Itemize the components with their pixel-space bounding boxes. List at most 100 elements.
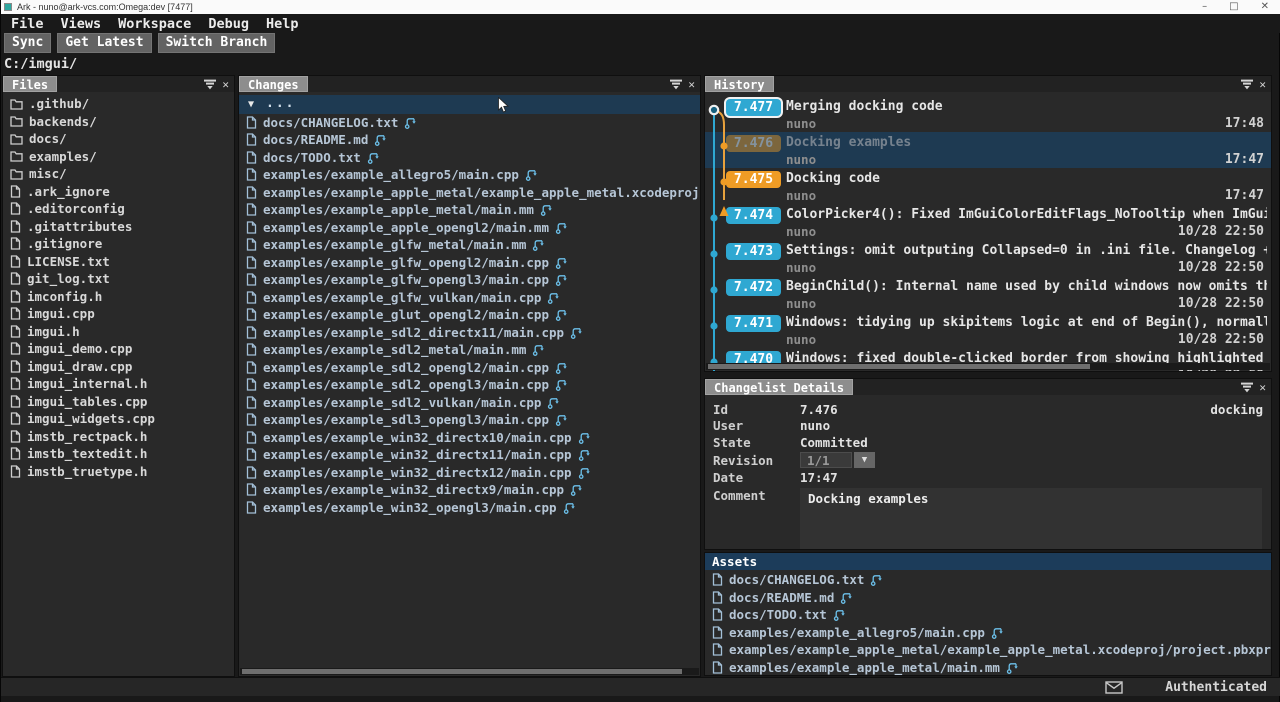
menu-file[interactable]: File (11, 16, 44, 32)
changelist-id-badge[interactable]: 7.473 (726, 243, 781, 260)
filter-icon[interactable] (669, 79, 683, 90)
close-icon[interactable]: ✕ (1259, 79, 1266, 90)
changed-file-row[interactable]: examples/example_allegro5/main.cpp (705, 624, 1271, 642)
changes-root-row[interactable]: ▼ ... (239, 95, 700, 114)
close-button[interactable]: ✕ (1261, 2, 1269, 12)
changed-file-row[interactable]: docs/README.md (239, 131, 700, 149)
changed-file-row[interactable]: docs/TODO.txt (239, 149, 700, 167)
history-commit-row[interactable]: 7.471 Windows: tidying up skipitems logi… (705, 312, 1271, 348)
history-commit-row[interactable]: 7.472 BeginChild(): Internal name used b… (705, 276, 1271, 312)
file-tree-row[interactable]: imgui_draw.cpp (3, 358, 234, 376)
collapse-triangle-icon[interactable]: ▼ (248, 99, 254, 110)
filter-icon[interactable] (203, 79, 217, 90)
tab-files[interactable]: Files (3, 76, 57, 92)
file-tree-row[interactable]: misc/ (3, 165, 234, 183)
changed-file-row[interactable]: examples/example_glfw_vulkan/main.cpp (239, 289, 700, 307)
file-tree-row[interactable]: examples/ (3, 148, 234, 166)
changed-file-row[interactable]: examples/example_sdl3_opengl3/main.cpp (239, 411, 700, 429)
changed-file-row[interactable]: examples/example_glfw_opengl3/main.cpp (239, 271, 700, 289)
changed-file-row[interactable]: docs/CHANGELOG.txt (705, 571, 1271, 589)
file-tree-row[interactable]: imgui.cpp (3, 305, 234, 323)
history-commit-row[interactable]: 7.477 Merging docking code nuno 17:48 (705, 96, 1271, 132)
switch-branch-button[interactable]: Switch Branch (158, 33, 276, 53)
horizontal-scrollbar[interactable] (240, 668, 699, 675)
scrollbar-thumb[interactable] (242, 669, 682, 674)
branch-change-icon (555, 413, 569, 426)
changed-file-row[interactable]: examples/example_win32_opengl3/main.cpp (239, 499, 700, 517)
menu-workspace[interactable]: Workspace (118, 16, 191, 32)
file-tree-row[interactable]: backends/ (3, 113, 234, 131)
history-commit-row[interactable]: 7.474 ColorPicker4(): Fixed ImGuiColorEd… (705, 204, 1271, 240)
mail-icon[interactable] (1105, 681, 1123, 694)
changed-file-row[interactable]: examples/example_glfw_opengl2/main.cpp (239, 254, 700, 272)
history-commit-row[interactable]: 7.473 Settings: omit outputing Collapsed… (705, 240, 1271, 276)
tab-history[interactable]: History (705, 76, 774, 92)
minimize-button[interactable]: – (1202, 2, 1207, 12)
changed-file-row[interactable]: examples/example_sdl2_directx11/main.cpp (239, 324, 700, 342)
close-icon[interactable]: ✕ (222, 79, 229, 90)
changed-file-row[interactable]: docs/README.md (705, 589, 1271, 607)
file-tree-row[interactable]: git_log.txt (3, 270, 234, 288)
ark-vcs-window: Ark - nuno@ark-vcs.com:Omega:dev [7477] … (0, 0, 1280, 702)
file-tree-row[interactable]: .github/ (3, 95, 234, 113)
file-tree-row[interactable]: docs/ (3, 130, 234, 148)
file-tree-row[interactable]: .editorconfig (3, 200, 234, 218)
file-tree-row[interactable]: .gitignore (3, 235, 234, 253)
changed-file-row[interactable]: examples/example_apple_opengl2/main.mm (239, 219, 700, 237)
changed-file-row[interactable]: examples/example_win32_directx10/main.cp… (239, 429, 700, 447)
maximize-button[interactable]: □ (1229, 2, 1238, 12)
history-commit-row[interactable]: 7.475 Docking code nuno 17:47 (705, 168, 1271, 204)
changelist-id-badge[interactable]: 7.471 (726, 315, 781, 332)
comment-field[interactable]: Docking examples (800, 488, 1262, 550)
changed-file-row[interactable]: examples/example_sdl2_vulkan/main.cpp (239, 394, 700, 412)
horizontal-scrollbar[interactable] (706, 363, 1270, 370)
file-tree-row[interactable]: LICENSE.txt (3, 253, 234, 271)
changed-file-row[interactable]: examples/example_win32_directx12/main.cp… (239, 464, 700, 482)
file-tree-row[interactable]: imstb_truetype.h (3, 463, 234, 481)
changed-file-row[interactable]: examples/example_apple_metal/example_app… (705, 641, 1271, 659)
changed-file-row[interactable]: examples/example_allegro5/main.cpp (239, 166, 700, 184)
tab-changelist-details[interactable]: Changelist Details (705, 379, 853, 395)
close-icon[interactable]: ✕ (688, 79, 695, 90)
changed-file-row[interactable]: examples/example_glfw_metal/main.mm (239, 236, 700, 254)
menu-help[interactable]: Help (266, 16, 299, 32)
changed-file-row[interactable]: examples/example_glut_opengl2/main.cpp (239, 306, 700, 324)
file-tree-row[interactable]: imgui_internal.h (3, 375, 234, 393)
tab-changes[interactable]: Changes (239, 76, 308, 92)
file-tree-row[interactable]: imgui_tables.cpp (3, 393, 234, 411)
filter-icon[interactable] (1240, 382, 1254, 393)
menu-views[interactable]: Views (61, 16, 102, 32)
changelist-id-badge[interactable]: 7.477 (726, 99, 781, 116)
file-tree-row[interactable]: imstb_textedit.h (3, 445, 234, 463)
close-icon[interactable]: ✕ (1259, 382, 1266, 393)
changed-file-row[interactable]: examples/example_apple_metal/main.mm (239, 201, 700, 219)
sync-button[interactable]: Sync (4, 33, 51, 53)
scrollbar-thumb[interactable] (708, 364, 1090, 369)
changelist-id-badge[interactable]: 7.475 (726, 171, 781, 188)
file-tree-row[interactable]: .ark_ignore (3, 183, 234, 201)
file-tree-row[interactable]: imgui_widgets.cpp (3, 410, 234, 428)
file-tree-row[interactable]: imconfig.h (3, 288, 234, 306)
file-tree-row[interactable]: imgui_demo.cpp (3, 340, 234, 358)
changelist-id-badge[interactable]: 7.472 (726, 279, 781, 296)
changed-file-row[interactable]: docs/CHANGELOG.txt (239, 114, 700, 132)
file-tree-row[interactable]: imstb_rectpack.h (3, 428, 234, 446)
changed-file-row[interactable]: examples/example_win32_directx11/main.cp… (239, 446, 700, 464)
history-commit-row[interactable]: 7.476 Docking examples nuno 17:47 (705, 132, 1271, 168)
get-latest-button[interactable]: Get Latest (57, 33, 151, 53)
filter-icon[interactable] (1240, 79, 1254, 90)
file-tree-row[interactable]: .gitattributes (3, 218, 234, 236)
changed-file-row[interactable]: examples/example_sdl2_opengl3/main.cpp (239, 376, 700, 394)
changed-file-row[interactable]: examples/example_apple_metal/example_app… (239, 184, 700, 202)
changed-file-row[interactable]: examples/example_win32_directx9/main.cpp (239, 481, 700, 499)
changelist-id-badge[interactable]: 7.476 (726, 135, 781, 152)
changelist-id-badge[interactable]: 7.474 (726, 207, 781, 224)
changed-file-row[interactable]: examples/example_sdl2_opengl2/main.cpp (239, 359, 700, 377)
menu-debug[interactable]: Debug (208, 16, 249, 32)
revision-dropdown-button[interactable]: ▼ (854, 452, 875, 468)
changed-file-row[interactable]: examples/example_apple_metal/main.mm (705, 659, 1271, 676)
changed-file-row[interactable]: examples/example_sdl2_metal/main.mm (239, 341, 700, 359)
changed-file-row[interactable]: docs/TODO.txt (705, 606, 1271, 624)
file-tree-row[interactable]: imgui.h (3, 323, 234, 341)
revision-value[interactable]: 1/1 (800, 452, 852, 468)
